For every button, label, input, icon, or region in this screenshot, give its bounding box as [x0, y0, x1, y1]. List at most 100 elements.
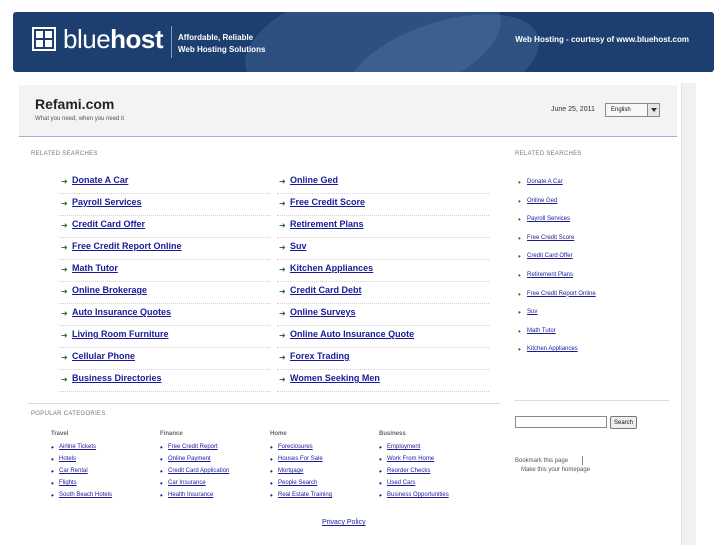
related-search-item[interactable]: ➜ Women Seeking Men [277, 370, 489, 392]
category-link[interactable]: People Search [270, 479, 317, 488]
related-search-link[interactable]: Women Seeking Men [290, 373, 380, 383]
sidebar-related-label: RELATED SEARCHES [515, 151, 582, 157]
arrow-right-icon: ➜ [279, 309, 286, 318]
courtesy-link[interactable]: Web Hosting - courtesy of www.bluehost.c… [515, 35, 689, 44]
arrow-right-icon: ➜ [61, 375, 68, 384]
related-search-item[interactable]: ➜ Credit Card Debt [277, 282, 489, 304]
related-search-item[interactable]: ➜ Math Tutor [59, 260, 270, 282]
related-search-link[interactable]: Kitchen Appliances [290, 263, 373, 273]
language-select[interactable]: English [605, 103, 660, 117]
related-search-item[interactable]: ➜ Cellular Phone [59, 348, 270, 370]
page: bluehost Affordable, Reliable Web Hostin… [0, 0, 727, 545]
sidebar-related-link[interactable]: Payroll Services [518, 215, 570, 224]
related-search-link[interactable]: Free Credit Report Online [72, 241, 182, 251]
related-search-link[interactable]: Business Directories [72, 373, 162, 383]
category-link[interactable]: Work From Home [379, 455, 434, 464]
category-link[interactable]: Hotels [51, 455, 76, 464]
related-search-link[interactable]: Credit Card Offer [72, 219, 145, 229]
related-searches-label: RELATED SEARCHES [31, 151, 98, 157]
related-search-item[interactable]: ➜ Free Credit Score [277, 194, 489, 216]
related-search-link[interactable]: Donate A Car [72, 175, 128, 185]
arrow-right-icon: ➜ [61, 287, 68, 296]
category-link[interactable]: Online Payment [160, 455, 211, 464]
category-link[interactable]: Employment [379, 443, 420, 452]
related-search-link[interactable]: Payroll Services [72, 197, 142, 207]
category-link[interactable]: Business Opportunities [379, 491, 449, 500]
category-link[interactable]: Health Insurance [160, 491, 213, 500]
related-search-item[interactable]: ➜ Kitchen Appliances [277, 260, 489, 282]
category-link[interactable]: Reorder Checks [379, 467, 430, 476]
related-search-link[interactable]: Retirement Plans [290, 219, 364, 229]
category-heading: Home [270, 431, 287, 437]
related-search-item[interactable]: ➜ Business Directories [59, 370, 270, 392]
related-search-item[interactable]: ➜ Suv [277, 238, 489, 260]
category-link[interactable]: Car Rental [51, 467, 88, 476]
sidebar-related-link[interactable]: Donate A Car [518, 178, 563, 187]
site-title-bar: Refami.com What you need, when you need … [19, 85, 677, 137]
related-search-link[interactable]: Credit Card Debt [290, 285, 362, 295]
related-search-link[interactable]: Online Brokerage [72, 285, 147, 295]
related-search-link[interactable]: Math Tutor [72, 263, 118, 273]
link-separator [582, 456, 583, 465]
sidebar-related-link[interactable]: Free Credit Score [518, 234, 574, 243]
search-input[interactable] [515, 416, 607, 428]
related-search-link[interactable]: Suv [290, 241, 307, 251]
vertical-scrollbar[interactable] [681, 83, 696, 545]
category-link[interactable]: Car Insurance [160, 479, 206, 488]
related-search-item[interactable]: ➜ Online Ged [277, 172, 489, 194]
category-link[interactable]: Mortgage [270, 467, 303, 476]
related-search-item[interactable]: ➜ Living Room Furniture [59, 326, 270, 348]
sidebar-related-link[interactable]: Suv [518, 308, 538, 317]
category-link[interactable]: South Beach Hotels [51, 491, 112, 500]
header-banner: bluehost Affordable, Reliable Web Hostin… [13, 12, 714, 72]
related-search-link[interactable]: Free Credit Score [290, 197, 365, 207]
sidebar-related-link[interactable]: Retirement Plans [518, 271, 573, 280]
site-subtitle: What you need, when you need it [35, 116, 125, 122]
related-search-link[interactable]: Forex Trading [290, 351, 350, 361]
sidebar-related-link[interactable]: Kitchen Appliances [518, 345, 578, 354]
category-link[interactable]: Flights [51, 479, 77, 488]
sidebar-related-link[interactable]: Free Credit Report Online [518, 290, 596, 299]
related-search-link[interactable]: Auto Insurance Quotes [72, 307, 171, 317]
related-search-item[interactable]: ➜ Retirement Plans [277, 216, 489, 238]
search-button[interactable]: Search [610, 416, 637, 429]
related-search-item[interactable]: ➜ Online Surveys [277, 304, 489, 326]
bookmark-link[interactable]: Bookmark this page [515, 458, 568, 464]
tagline-line-2: Web Hosting Solutions [178, 45, 266, 54]
related-search-item[interactable]: ➜ Credit Card Offer [59, 216, 270, 238]
homepage-link[interactable]: Make this your homepage [521, 467, 590, 473]
language-value: English [611, 107, 631, 113]
category-link[interactable]: Houses For Sale [270, 455, 323, 464]
arrow-right-icon: ➜ [279, 353, 286, 362]
chevron-down-icon[interactable] [647, 104, 659, 116]
privacy-policy-link[interactable]: Privacy Policy [322, 519, 366, 526]
related-search-item[interactable]: ➜ Donate A Car [59, 172, 270, 194]
related-search-link[interactable]: Cellular Phone [72, 351, 135, 361]
related-search-link[interactable]: Online Auto Insurance Quote [290, 329, 414, 339]
tagline-line-1: Affordable, Reliable [178, 33, 254, 42]
category-link[interactable]: Real Estate Training [270, 491, 332, 500]
category-link[interactable]: Free Credit Report [160, 443, 218, 452]
related-search-item[interactable]: ➜ Free Credit Report Online [59, 238, 270, 260]
arrow-right-icon: ➜ [61, 265, 68, 274]
related-search-item[interactable]: ➜ Auto Insurance Quotes [59, 304, 270, 326]
content-divider [28, 403, 500, 404]
sidebar-related-link[interactable]: Credit Card Offer [518, 252, 572, 261]
bluehost-logo-icon[interactable] [32, 27, 56, 51]
category-link[interactable]: Used Cars [379, 479, 415, 488]
related-search-item[interactable]: ➜ Forex Trading [277, 348, 489, 370]
category-link[interactable]: Foreclosures [270, 443, 313, 452]
category-link[interactable]: Credit Card Application [160, 467, 229, 476]
related-search-item[interactable]: ➜ Payroll Services [59, 194, 270, 216]
sidebar-related-link[interactable]: Math Tutor [518, 327, 556, 336]
category-heading: Business [379, 431, 406, 437]
sidebar-related-link[interactable]: Online Ged [518, 197, 557, 206]
arrow-right-icon: ➜ [279, 331, 286, 340]
related-search-link[interactable]: Living Room Furniture [72, 329, 169, 339]
related-search-link[interactable]: Online Ged [290, 175, 338, 185]
bluehost-logo[interactable]: bluehost [63, 24, 164, 55]
related-search-item[interactable]: ➜ Online Auto Insurance Quote [277, 326, 489, 348]
related-search-link[interactable]: Online Surveys [290, 307, 356, 317]
related-search-item[interactable]: ➜ Online Brokerage [59, 282, 270, 304]
category-link[interactable]: Airline Tickets [51, 443, 96, 452]
